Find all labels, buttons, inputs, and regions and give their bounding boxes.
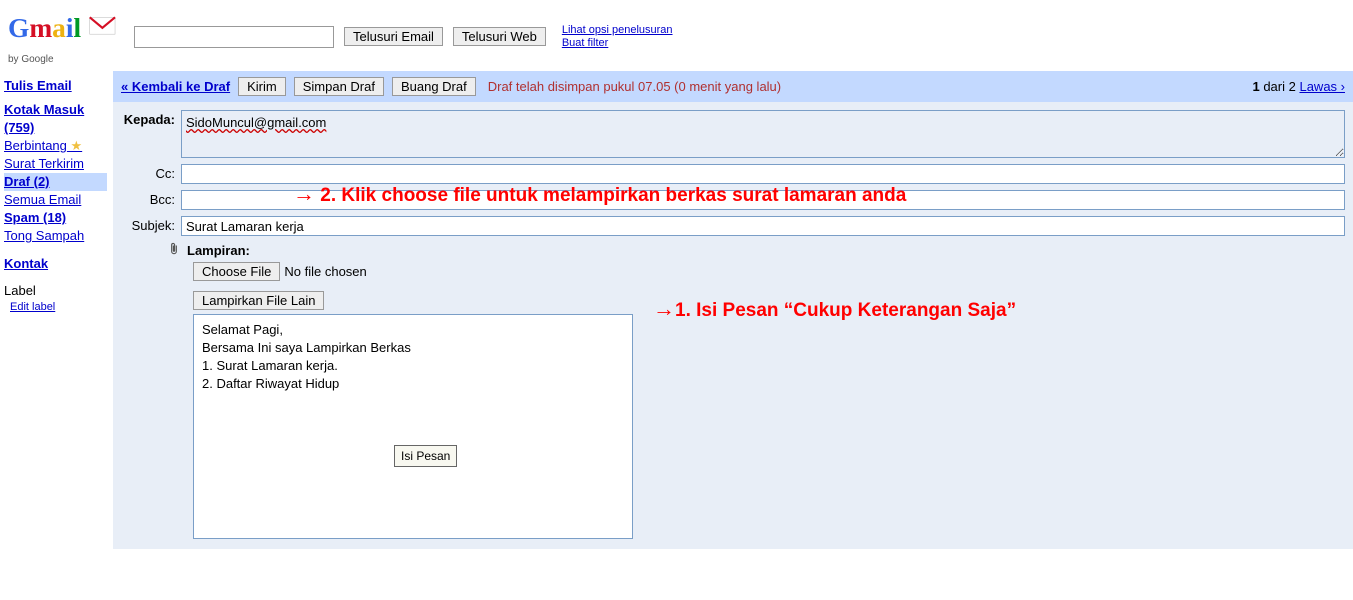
sidebar-trash[interactable]: Tong Sampah <box>4 227 107 245</box>
subject-input[interactable] <box>181 216 1345 236</box>
sidebar-drafts[interactable]: Draf (2) <box>4 173 107 191</box>
by-google-text: by Google <box>8 54 124 65</box>
sidebar-sent[interactable]: Surat Terkirim <box>4 155 107 173</box>
message-body[interactable]: Selamat Pagi, Bersama Ini saya Lampirkan… <box>193 314 633 539</box>
sidebar: Tulis Email Kotak Masuk (759) Berbintang… <box>0 71 113 549</box>
draft-status-text: Draf telah disimpan pukul 07.05 (0 menit… <box>488 79 781 94</box>
star-icon: ★ <box>71 138 83 153</box>
edit-label-link[interactable]: Edit label <box>4 298 107 316</box>
compose-form: Kepada: SidoMuncul@gmail.com Cc: Bcc: Su… <box>113 102 1353 549</box>
choose-file-button[interactable]: Choose File <box>193 262 280 281</box>
attach-another-button[interactable]: Lampirkan File Lain <box>193 291 324 310</box>
draft-counter: 1 dari 2 Lawas › <box>1252 79 1345 94</box>
older-link[interactable]: Lawas › <box>1299 79 1345 94</box>
to-label: Kepada: <box>121 110 181 127</box>
svg-text:Gmail: Gmail <box>8 13 82 43</box>
send-button[interactable]: Kirim <box>238 77 286 96</box>
sidebar-allmail[interactable]: Semua Email <box>4 191 107 209</box>
sidebar-contacts[interactable]: Kontak <box>4 255 107 273</box>
subject-label: Subjek: <box>121 216 181 233</box>
attachment-icon <box>167 242 181 259</box>
search-email-button[interactable]: Telusuri Email <box>344 27 443 46</box>
sidebar-starred[interactable]: Berbintang ★ <box>4 137 107 155</box>
back-to-drafts-link[interactable]: « Kembali ke Draf <box>121 79 230 94</box>
sidebar-spam[interactable]: Spam (18) <box>4 209 107 227</box>
compose-link[interactable]: Tulis Email <box>4 77 107 95</box>
to-input[interactable]: SidoMuncul@gmail.com <box>181 110 1345 158</box>
create-filter-link[interactable]: Buat filter <box>562 37 608 49</box>
labels-header: Label <box>4 283 107 298</box>
search-web-button[interactable]: Telusuri Web <box>453 27 546 46</box>
cc-input[interactable] <box>181 164 1345 184</box>
isi-pesan-tooltip: Isi Pesan <box>394 445 457 467</box>
bcc-label: Bcc: <box>121 190 181 207</box>
save-draft-button[interactable]: Simpan Draf <box>294 77 384 96</box>
header: Gmail by Google Telusuri Email Telusuri … <box>0 0 1353 71</box>
discard-draft-button[interactable]: Buang Draf <box>392 77 476 96</box>
gmail-logo: Gmail <box>8 8 124 53</box>
no-file-text: No file chosen <box>284 264 366 279</box>
sidebar-inbox[interactable]: Kotak Masuk (759) <box>4 101 107 137</box>
cc-label: Cc: <box>121 164 181 181</box>
attach-label: Lampiran: <box>187 243 250 258</box>
search-options-link[interactable]: Lihat opsi penelusuran <box>562 24 673 36</box>
action-bar: « Kembali ke Draf Kirim Simpan Draf Buan… <box>113 71 1353 102</box>
bcc-input[interactable] <box>181 190 1345 210</box>
search-input[interactable] <box>134 26 334 48</box>
